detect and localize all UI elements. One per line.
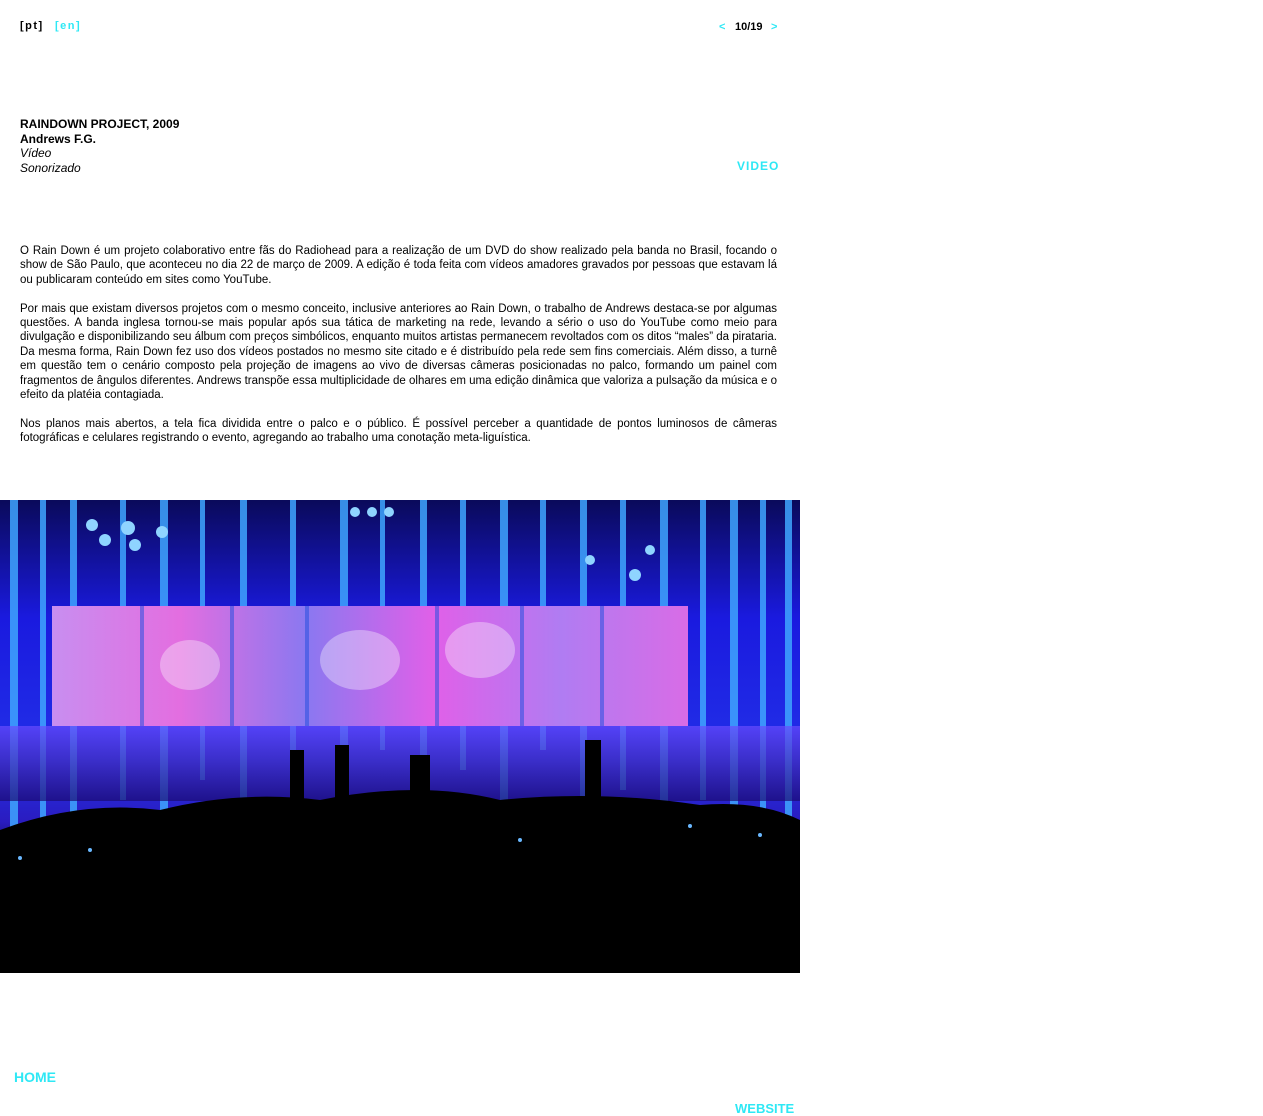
description-paragraph: Nos planos mais abertos, a tela fica div… [20, 417, 777, 445]
work-description: O Rain Down é um projeto colaborativo en… [20, 244, 777, 460]
lang-en-link[interactable]: [en] [55, 20, 81, 32]
page-indicator: 10/19 [735, 21, 763, 33]
next-page-link[interactable]: > [771, 21, 777, 33]
work-medium: Vídeo [20, 146, 52, 160]
work-title: RAINDOWN PROJECT, 2009 [20, 117, 180, 131]
work-info: RAINDOWN PROJECT, 2009 Andrews F.G. Víde… [20, 117, 179, 175]
prev-page-link[interactable]: < [719, 21, 725, 33]
work-detail: Sonorizado [20, 160, 81, 175]
lang-pt-link[interactable]: [pt] [20, 20, 44, 32]
work-artist: Andrews F.G. [20, 131, 97, 146]
home-link[interactable]: HOME [14, 1069, 56, 1085]
concert-photo [0, 500, 800, 973]
description-paragraph: O Rain Down é um projeto colaborativo en… [20, 245, 777, 286]
website-link[interactable]: WEBSITE [735, 1101, 794, 1116]
description-paragraph: Por mais que existam diversos projetos c… [20, 302, 777, 402]
video-link[interactable]: VIDEO [737, 159, 779, 173]
